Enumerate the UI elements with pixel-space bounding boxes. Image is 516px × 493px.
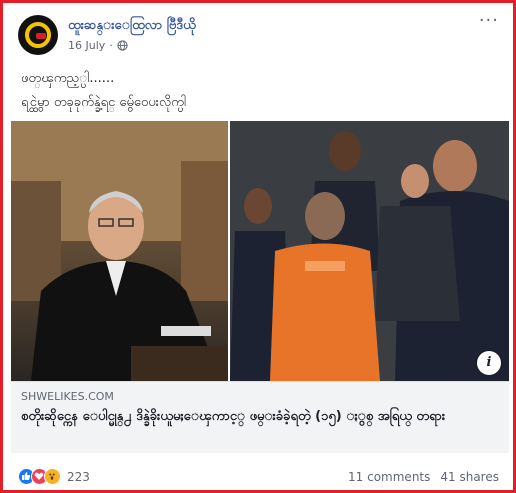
more-options-icon[interactable]: ··· <box>479 12 499 30</box>
avatar-logo-mark <box>36 33 46 39</box>
caption-line: ရင္ထဲမွာ တခုခုက်န္ခဲ့ရင္ မွ်ေဝေပးလိုက္ပါ <box>21 95 187 110</box>
caption-line: ဖတ္ၾကည့္ပါ...... <box>21 71 115 86</box>
reactions-summary[interactable]: 223 <box>18 468 90 485</box>
reaction-count: 223 <box>67 469 90 484</box>
comments-count-link[interactable]: 11 comments <box>348 470 430 484</box>
link-preview[interactable]: SHWELIKES.COM စတိုးဆိုင္ကေန ေပါင္မုန္႕ ဒ… <box>11 381 509 453</box>
shares-count-link[interactable]: 41 shares <box>440 470 499 484</box>
link-title[interactable]: စတိုးဆိုင္ကေန ေပါင္မုန္႕ ဒိန္ခဲခိုးယူမႈေ… <box>21 407 497 426</box>
bullet-separator: · <box>109 39 113 52</box>
courtroom-illustration <box>230 121 509 381</box>
wow-reaction-icon <box>44 468 61 485</box>
engagement-counts: 11 comments 41 shares <box>348 470 499 484</box>
post-footer: 223 11 comments 41 shares <box>18 465 499 489</box>
post-header: ထူးဆန္းေထြလာ ဗြီဒီယို 16 July · ··· <box>18 12 503 56</box>
page-avatar[interactable] <box>18 15 58 55</box>
info-icon[interactable]: i <box>477 351 501 375</box>
post-image[interactable]: i <box>11 121 509 381</box>
courtroom-photo <box>230 121 509 381</box>
post-caption: ဖတ္ၾကည့္ပါ...... ရင္ထဲမွာ တခုခုက်န္ခဲ့ရင… <box>21 67 499 115</box>
page-name-link[interactable]: ထူးဆန္းေထြလာ ဗြီဒီယို <box>68 17 196 36</box>
judge-photo <box>11 121 229 381</box>
post-meta: 16 July · <box>68 39 128 52</box>
post-date[interactable]: 16 July <box>68 39 105 52</box>
post-card: ထူးဆန္းေထြလာ ဗြီဒီယို 16 July · ··· ဖတ္ၾ… <box>0 0 516 493</box>
link-domain: SHWELIKES.COM <box>21 390 114 403</box>
globe-icon <box>117 40 128 51</box>
judge-illustration <box>11 121 229 381</box>
